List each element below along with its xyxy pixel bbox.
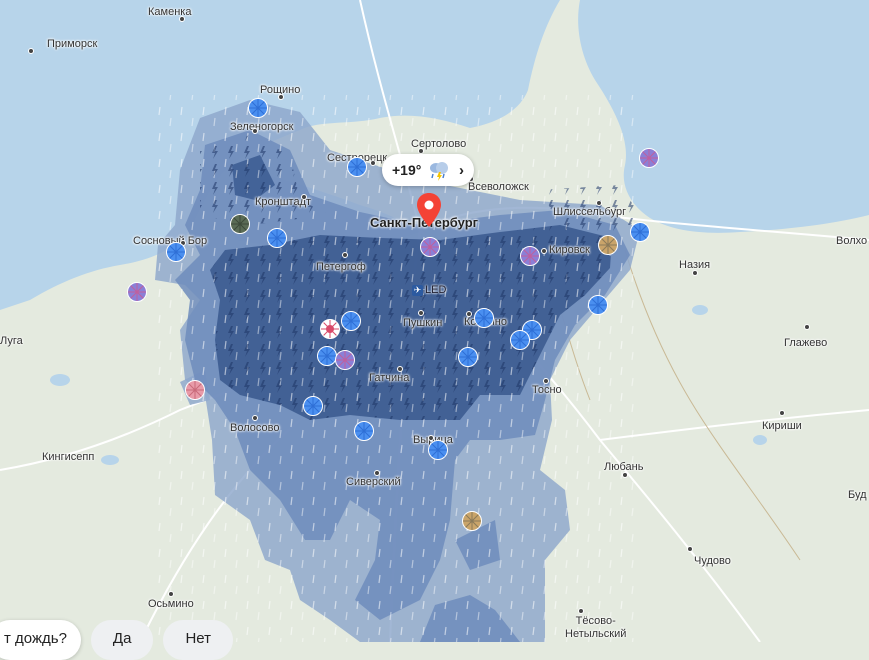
city-label-shlisselburg: Шлиссельбург — [553, 206, 627, 218]
city-label-chudovo: Чудово — [694, 555, 731, 567]
city-label-gatchina: Гатчина — [369, 372, 410, 384]
airport-marker[interactable]: ✈ LED — [412, 284, 446, 296]
yes-button[interactable]: Да — [90, 620, 154, 660]
city-label-tosno: Тосно — [532, 384, 562, 396]
purple-umbrella-icon[interactable] — [126, 281, 148, 303]
pink-umbrella-icon[interactable] — [184, 379, 206, 401]
blue-umbrella-icon[interactable] — [346, 156, 368, 178]
city-dot — [278, 94, 284, 100]
city-label-kingisepp: Кингисепп — [42, 451, 95, 463]
city-dot — [622, 472, 628, 478]
city-dot — [596, 200, 602, 206]
city-dot — [578, 608, 584, 614]
city-dot — [692, 270, 698, 276]
city-dot — [342, 252, 348, 258]
city-label-pushkin: Пушкин — [403, 317, 443, 329]
lake — [753, 435, 767, 445]
cloud-rain-thunder-icon — [430, 162, 449, 181]
lake — [56, 69, 84, 81]
city-label-vsevolozhsk: Всеволожск — [468, 181, 529, 193]
city-label-kirovsk: Кировск — [549, 244, 590, 256]
city-dot — [252, 415, 258, 421]
dark-umbrella-icon[interactable] — [229, 213, 251, 235]
city-label-luga: Луга — [0, 335, 23, 347]
chevron-right-icon: › — [459, 161, 464, 179]
city-label-tesovo: Тёсово- Нетыльский — [565, 615, 627, 640]
city-dot — [374, 470, 380, 476]
purple-umbrella-icon[interactable] — [334, 349, 356, 371]
lake — [142, 36, 158, 44]
blue-umbrella-icon[interactable] — [587, 294, 609, 316]
city-dot — [687, 546, 693, 552]
blue-umbrella-icon[interactable] — [165, 241, 187, 263]
blue-umbrella-icon[interactable] — [266, 227, 288, 249]
lake — [50, 374, 70, 386]
city-dot — [168, 591, 174, 597]
city-dot — [252, 128, 258, 134]
lake — [196, 65, 214, 75]
rain-feedback-bar: т дождь? Да Нет — [0, 620, 233, 660]
gold-umbrella-icon[interactable] — [597, 234, 619, 256]
city-label-siversky: Сиверский — [346, 476, 401, 488]
city-dot — [541, 248, 547, 254]
blue-umbrella-icon[interactable] — [629, 221, 651, 243]
airplane-icon: ✈ — [412, 284, 423, 296]
rain-question: т дождь? — [0, 620, 81, 660]
city-dot — [28, 48, 34, 54]
city-dot — [301, 194, 307, 200]
blue-umbrella-icon[interactable] — [353, 420, 375, 442]
city-label-bud: Буд — [848, 489, 867, 501]
city-dot — [543, 378, 549, 384]
city-dot — [466, 311, 472, 317]
city-label-osmino: Осьмино — [148, 598, 194, 610]
blue-umbrella-icon[interactable] — [247, 97, 269, 119]
city-dot — [804, 324, 810, 330]
city-dot — [779, 410, 785, 416]
blue-umbrella-icon[interactable] — [427, 439, 449, 461]
city-label-volkhov: Волхо — [836, 235, 868, 247]
blue-umbrella-icon[interactable] — [509, 329, 531, 351]
city-label-kirishi: Кириши — [762, 420, 802, 432]
location-pin-icon[interactable] — [417, 193, 441, 227]
city-label-volosovo: Волосово — [230, 422, 280, 434]
temperature-label: +19° — [392, 162, 422, 178]
purple-umbrella-icon[interactable] — [638, 147, 660, 169]
airport-code: LED — [425, 284, 447, 296]
city-dot — [370, 160, 376, 166]
blue-umbrella-icon[interactable] — [457, 346, 479, 368]
no-button[interactable]: Нет — [163, 620, 233, 660]
city-dot — [418, 310, 424, 316]
purple-umbrella-icon[interactable] — [519, 245, 541, 267]
blue-umbrella-icon[interactable] — [302, 395, 324, 417]
gold-umbrella-icon[interactable] — [461, 510, 483, 532]
city-label-kamenka: Каменка — [148, 6, 192, 18]
city-label-zelenogorsk: Зеленогорск — [230, 121, 294, 133]
city-label-petergof: Петергоф — [316, 261, 366, 273]
city-dot — [397, 366, 403, 372]
city-dot — [179, 16, 185, 22]
blue-umbrella-icon[interactable] — [340, 310, 362, 332]
lake — [692, 305, 708, 315]
purple-umbrella-icon[interactable] — [419, 236, 441, 258]
blue-umbrella-icon[interactable] — [473, 307, 495, 329]
city-label-glazhevo: Глажево — [784, 337, 828, 349]
weather-chip[interactable]: +19° › — [382, 154, 474, 186]
heart-umbrella-icon[interactable] — [319, 318, 341, 340]
city-label-primorsk: Приморск — [47, 38, 98, 50]
lake — [101, 455, 119, 465]
